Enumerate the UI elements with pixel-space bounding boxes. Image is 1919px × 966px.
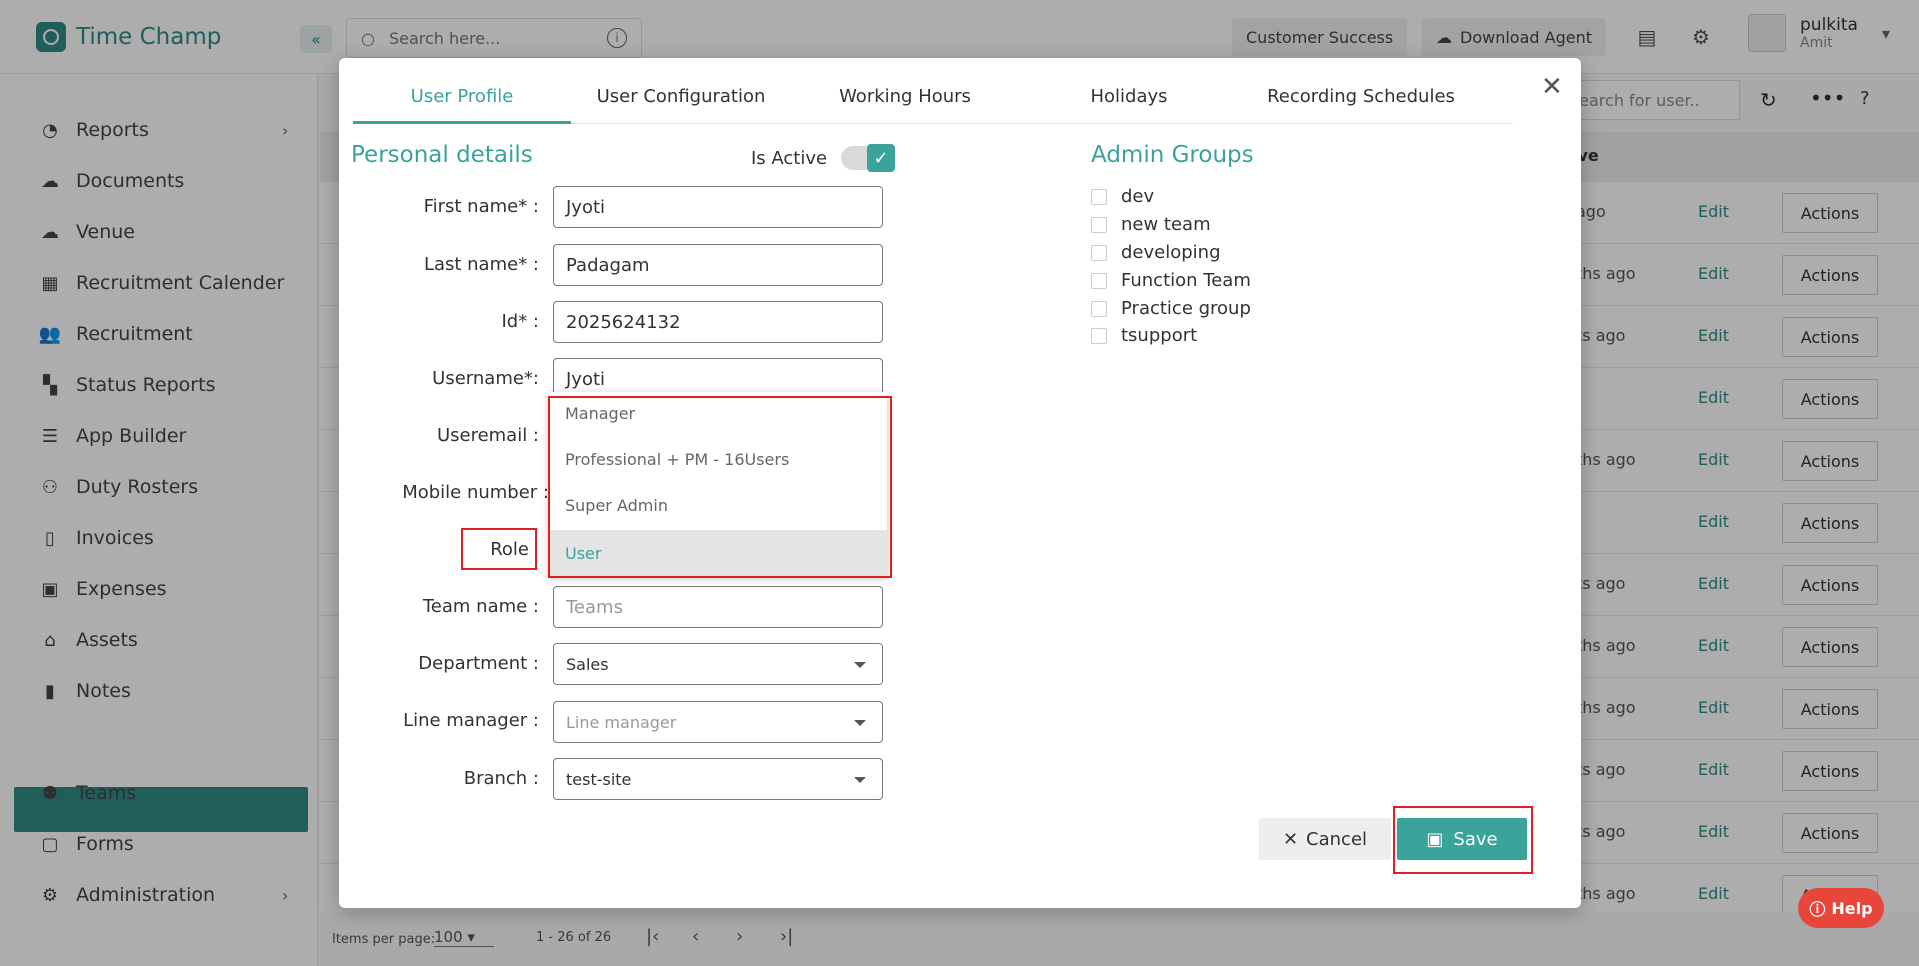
username-label: Username*: <box>432 368 539 389</box>
admin-group-label: new team <box>1121 214 1211 235</box>
close-icon[interactable]: ✕ <box>1541 72 1563 102</box>
id-value: 2025624132 <box>566 311 681 333</box>
admin-group-label: dev <box>1121 186 1155 207</box>
admin-groups-title: Admin Groups <box>1091 142 1254 168</box>
caret-down-icon <box>854 662 866 668</box>
line-manager-placeholder: Line manager <box>566 712 677 732</box>
is-active-label: Is Active <box>751 147 828 169</box>
checkbox[interactable] <box>1091 244 1107 261</box>
admin-group-label: Function Team <box>1121 270 1251 291</box>
branch-label: Branch : <box>463 768 539 789</box>
check-icon: ✓ <box>867 144 896 172</box>
checkbox[interactable] <box>1091 327 1107 344</box>
id-field[interactable]: 2025624132 <box>553 301 883 343</box>
cancel-label: Cancel <box>1306 828 1368 850</box>
role-highlight <box>461 528 537 570</box>
checkbox[interactable] <box>1091 300 1107 317</box>
last-name-label: Last name* : <box>423 254 539 275</box>
admin-group-label: developing <box>1121 242 1221 263</box>
caret-down-icon <box>854 777 866 783</box>
line-manager-label: Line manager : <box>403 710 539 731</box>
branch-value: test-site <box>566 769 632 789</box>
personal-details-title: Personal details <box>351 142 533 168</box>
last-name-value: Padagam <box>566 254 650 276</box>
is-active-row: Is Active ✓ <box>751 144 896 172</box>
help-button[interactable]: ⓘ Help <box>1798 888 1884 928</box>
modal-tabs: User Profile User Configuration Working … <box>353 76 1513 124</box>
admin-group-new-team[interactable]: new team <box>1091 214 1211 235</box>
caret-down-icon <box>854 720 866 726</box>
save-highlight <box>1393 806 1533 874</box>
tab-recording-schedules[interactable]: Recording Schedules <box>1241 86 1481 107</box>
admin-group-dev[interactable]: dev <box>1091 186 1154 207</box>
department-select[interactable]: Sales <box>553 643 883 685</box>
edit-user-modal: ✕ User Profile User Configuration Workin… <box>339 58 1581 908</box>
username-value: Jyoti <box>566 368 606 390</box>
department-value: Sales <box>566 654 609 674</box>
cancel-button[interactable]: ✕ Cancel <box>1259 818 1391 860</box>
admin-group-label: Practice group <box>1121 298 1251 319</box>
team-name-placeholder: Teams <box>566 596 623 618</box>
useremail-label: Useremail : <box>436 425 539 446</box>
last-name-field[interactable]: Padagam <box>553 244 883 286</box>
admin-group-tsupport[interactable]: tsupport <box>1091 325 1197 346</box>
mobile-number-label: Mobile number : <box>402 482 549 503</box>
admin-group-developing[interactable]: developing <box>1091 242 1221 263</box>
first-name-label: First name* : <box>423 196 539 217</box>
active-tab-indicator <box>353 121 571 124</box>
line-manager-select[interactable]: Line manager <box>553 701 883 743</box>
team-name-field[interactable]: Teams <box>553 586 883 628</box>
tab-holidays[interactable]: Holidays <box>1029 86 1229 107</box>
admin-group-function-team[interactable]: Function Team <box>1091 270 1251 291</box>
department-label: Department : <box>418 653 539 674</box>
is-active-toggle[interactable]: ✓ <box>841 144 896 172</box>
id-label: Id* : <box>501 311 539 332</box>
checkbox[interactable] <box>1091 272 1107 289</box>
first-name-value: Jyoti <box>566 196 606 218</box>
tab-user-profile[interactable]: User Profile <box>353 86 571 107</box>
tab-working-hours[interactable]: Working Hours <box>805 86 1005 107</box>
help-label: Help <box>1831 898 1873 918</box>
help-circle-icon: ⓘ <box>1809 900 1826 919</box>
close-icon: ✕ <box>1282 828 1299 850</box>
team-name-label: Team name : <box>422 596 539 617</box>
tab-user-configuration[interactable]: User Configuration <box>581 86 781 107</box>
checkbox[interactable] <box>1091 188 1107 205</box>
admin-group-practice-group[interactable]: Practice group <box>1091 298 1251 319</box>
admin-group-label: tsupport <box>1121 325 1198 346</box>
branch-select[interactable]: test-site <box>553 758 883 800</box>
checkbox[interactable] <box>1091 216 1107 233</box>
first-name-field[interactable]: Jyoti <box>553 186 883 228</box>
role-dropdown-highlight <box>548 396 892 578</box>
